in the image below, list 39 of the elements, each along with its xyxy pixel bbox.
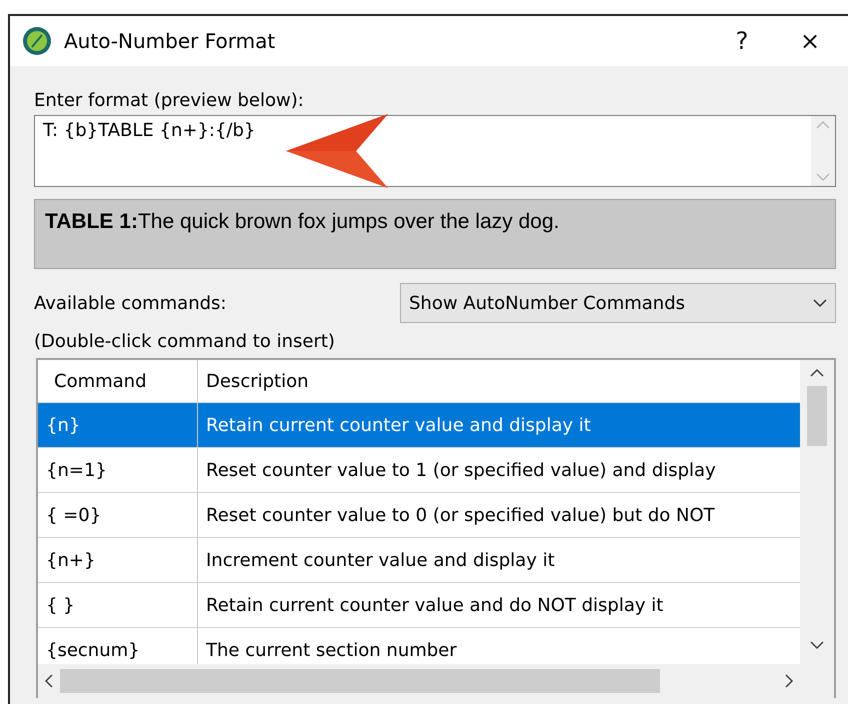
scroll-thumb[interactable] xyxy=(60,669,660,693)
commands-label: Available commands: xyxy=(34,292,226,314)
up-chevron-icon xyxy=(810,368,824,378)
column-header[interactable]: Command xyxy=(38,360,198,402)
up-chevron-icon xyxy=(816,120,830,130)
preview-text: TABLE 1:The quick brown fox jumps over the lazy dog. xyxy=(45,210,560,233)
right-chevron-icon xyxy=(784,674,794,688)
table-row[interactable]: {n=1} Reset counter value to 1 (or specified value) and display xyxy=(38,448,800,493)
command-cell: {n=1} xyxy=(38,448,198,492)
description-cell-text: Reset counter value to 0 (or specified value) but do NOT xyxy=(205,504,716,528)
down-chevron-icon xyxy=(816,172,830,182)
format-input-field[interactable]: T: {b}TABLE {n+}:{/b} xyxy=(34,115,836,187)
table-row[interactable]: {n+} Increment counter value and display it xyxy=(38,538,800,583)
help-button[interactable]: ? xyxy=(714,21,770,61)
command-cell: {n+} xyxy=(38,538,198,582)
format-label: Enter format (preview below): xyxy=(34,90,304,111)
description-cell-text: Retain current counter value and do NOT display it xyxy=(205,594,664,618)
column-header[interactable]: Description xyxy=(198,360,800,402)
leaf-logo-icon xyxy=(22,26,52,56)
table-row[interactable]: {n} Retain current counter value and display it xyxy=(38,403,800,448)
description-cell-text: Increment counter value and display it xyxy=(205,548,556,572)
command-cell: { } xyxy=(38,583,198,627)
down-chevron-icon xyxy=(810,640,824,650)
table-row[interactable]: { } Retain current counter value and do NOT display it xyxy=(38,583,800,628)
table-row[interactable]: { =0} Reset counter value to 0 (or specified value) but do NOT xyxy=(38,493,800,538)
left-chevron-icon xyxy=(44,674,54,688)
vertical-scrollbar[interactable] xyxy=(800,360,834,664)
hint-text: (Double-click command to insert) xyxy=(34,331,335,352)
command-cell: {n} xyxy=(38,403,198,447)
chevron-down-icon xyxy=(813,298,827,308)
description-cell-text: Reset counter value to 1 (or specified value) and display xyxy=(205,458,717,482)
command-cell: { =0} xyxy=(38,493,198,537)
window-title: Auto-Number Format xyxy=(64,29,276,53)
commands-dropdown[interactable]: Show AutoNumber Commands xyxy=(400,283,836,323)
close-button[interactable]: × xyxy=(782,21,838,61)
description-cell-text: The current section number xyxy=(205,638,458,662)
description-cell-text: Retain current counter value and display it xyxy=(205,414,592,438)
scroll-thumb[interactable] xyxy=(807,386,827,446)
scrollbar[interactable] xyxy=(811,116,835,186)
